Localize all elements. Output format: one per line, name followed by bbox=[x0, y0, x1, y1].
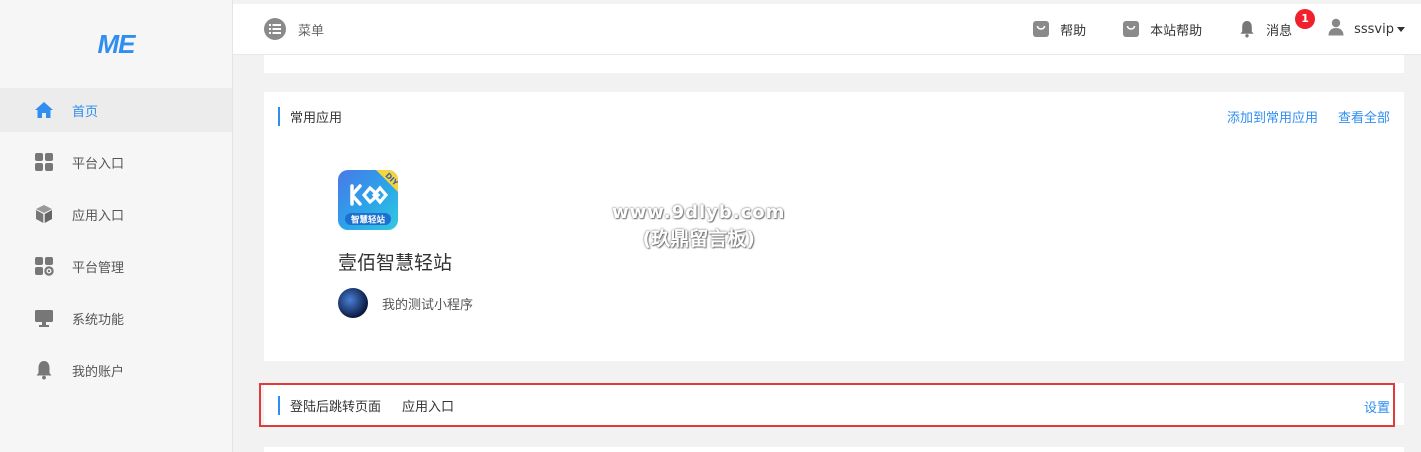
sidebar-item-label: 首页 bbox=[72, 104, 99, 120]
watermark: www.9dlyb.com (玖鼎留言板) bbox=[612, 200, 785, 252]
add-to-common-apps-link[interactable]: 添加到常用应用 bbox=[1227, 107, 1318, 126]
site-help-label: 本站帮助 bbox=[1150, 23, 1203, 39]
mini-program-avatar bbox=[338, 288, 368, 318]
cube-icon bbox=[34, 204, 54, 224]
menu-label: 菜单 bbox=[298, 23, 325, 39]
help-link[interactable]: 帮助 bbox=[1032, 20, 1086, 39]
grid-icon bbox=[34, 152, 54, 172]
site-help-link[interactable]: 本站帮助 bbox=[1122, 20, 1202, 39]
panel-title: 常用应用 bbox=[290, 110, 343, 126]
bell-icon bbox=[1238, 20, 1256, 38]
bell-icon bbox=[34, 360, 54, 380]
sidebar-item-platform-entry[interactable]: 平台入口 bbox=[0, 140, 232, 184]
previous-panel-bottom bbox=[264, 55, 1404, 73]
common-apps-panel: 常用应用 添加到常用应用 查看全部 DIY 智慧轻站 壹佰智慧轻站 我的测试小程… bbox=[264, 92, 1404, 361]
message-count-badge: 1 bbox=[1295, 8, 1316, 29]
username: sssvip bbox=[1354, 21, 1394, 37]
user-menu[interactable]: sssvip bbox=[1328, 18, 1405, 40]
top-bar: 菜单 帮助 本站帮助 消息 1 sssvip bbox=[233, 4, 1421, 55]
shopping-bag-icon bbox=[1122, 20, 1140, 38]
watermark-line-1: www.9dlyb.com bbox=[612, 202, 786, 223]
sidebar-item-label: 系统功能 bbox=[72, 312, 125, 328]
sidebar-item-label: 平台管理 bbox=[72, 260, 125, 276]
next-panel-top bbox=[264, 447, 1404, 452]
sidebar-item-label: 我的账户 bbox=[72, 364, 125, 380]
panel-actions: 添加到常用应用 查看全部 bbox=[1207, 107, 1390, 126]
sidebar-item-label: 应用入口 bbox=[72, 208, 125, 224]
sidebar-item-app-entry[interactable]: 应用入口 bbox=[0, 192, 232, 236]
user-icon bbox=[1328, 18, 1344, 40]
highlight-box bbox=[259, 383, 1395, 427]
watermark-line-2: (玖鼎留言板) bbox=[642, 228, 755, 250]
shopping-bag-icon bbox=[1032, 20, 1050, 38]
sidebar-item-system-functions[interactable]: 系统功能 bbox=[0, 296, 232, 340]
mini-program-name: 我的测试小程序 bbox=[382, 297, 474, 313]
app-icon[interactable]: DIY 智慧轻站 bbox=[338, 170, 398, 230]
list-icon bbox=[264, 18, 286, 40]
messages-label: 消息 bbox=[1266, 23, 1293, 39]
sidebar-item-platform-management[interactable]: 平台管理 bbox=[0, 244, 232, 288]
logo-text: ME bbox=[97, 28, 136, 59]
monitor-icon bbox=[34, 308, 54, 328]
sidebar-item-label: 平台入口 bbox=[72, 156, 125, 172]
logo[interactable]: ME bbox=[0, 0, 232, 88]
grid-gear-icon bbox=[34, 256, 54, 276]
app-name[interactable]: 壹佰智慧轻站 bbox=[338, 248, 452, 275]
mini-program-row[interactable]: 我的测试小程序 bbox=[338, 288, 473, 318]
home-icon bbox=[34, 100, 54, 120]
chevron-down-icon bbox=[1397, 26, 1405, 32]
help-label: 帮助 bbox=[1060, 23, 1087, 39]
messages-link[interactable]: 消息 1 bbox=[1238, 8, 1316, 39]
sidebar-item-my-account[interactable]: 我的账户 bbox=[0, 348, 232, 392]
sidebar: ME 首页 平台入口 应用入口 平台管理 系统功能 我的账户 bbox=[0, 0, 233, 452]
menu-toggle-button[interactable]: 菜单 bbox=[264, 18, 324, 40]
sidebar-item-home[interactable]: 首页 bbox=[0, 88, 232, 132]
panel-header: 常用应用 bbox=[278, 106, 342, 126]
app-icon-caption: 智慧轻站 bbox=[350, 215, 386, 226]
view-all-link[interactable]: 查看全部 bbox=[1338, 107, 1390, 126]
title-accent-bar bbox=[278, 106, 280, 126]
